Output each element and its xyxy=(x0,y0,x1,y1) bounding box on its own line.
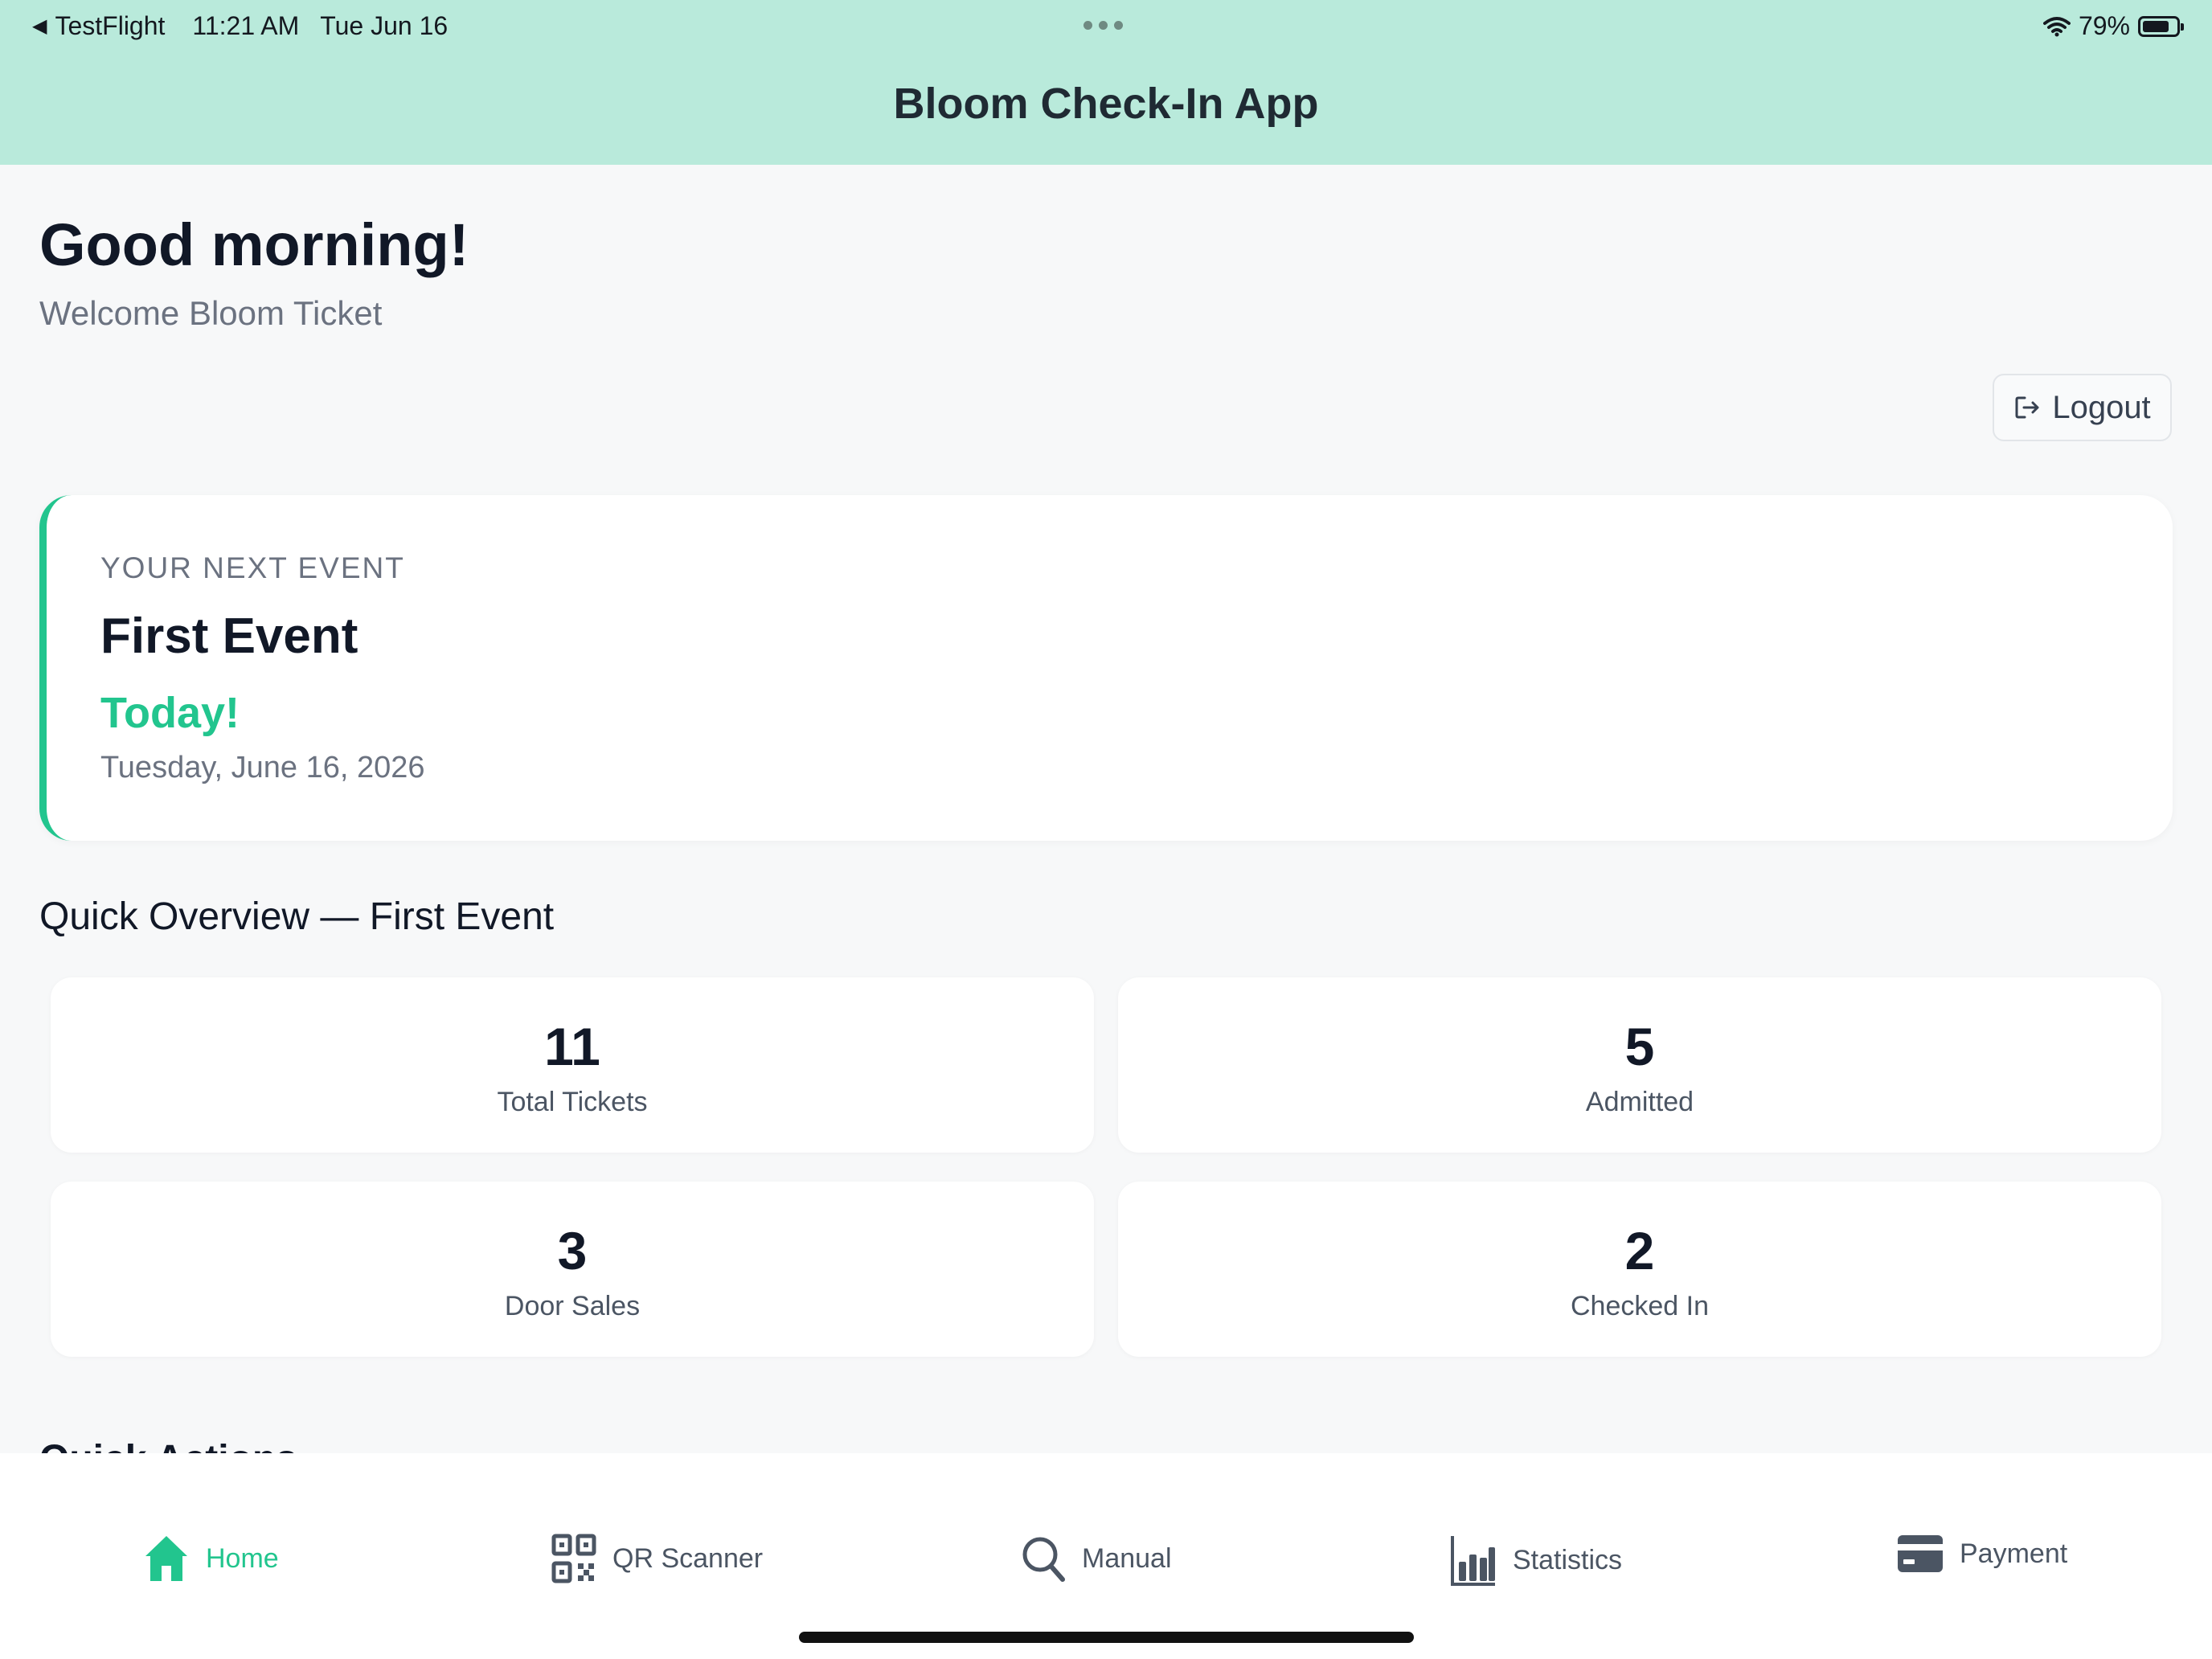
tab-label: Payment xyxy=(1960,1538,2068,1569)
logout-label: Logout xyxy=(2052,389,2151,425)
tab-qr-scanner[interactable]: QR Scanner xyxy=(551,1534,763,1583)
home-icon xyxy=(145,1536,187,1581)
status-bar-left: ◀ TestFlight 11:21 AM Tue Jun 16 xyxy=(32,11,448,41)
stat-value: 3 xyxy=(557,1221,588,1280)
quick-actions-heading: Quick Actions xyxy=(39,1436,297,1455)
tab-home[interactable]: Home xyxy=(143,1534,279,1583)
stat-value: 5 xyxy=(1624,1017,1655,1076)
search-icon xyxy=(1022,1537,1065,1582)
stat-label: Admitted xyxy=(1585,1087,1694,1117)
back-arrow-icon[interactable]: ◀ xyxy=(32,14,47,38)
overview-title: Quick Overview — First Event xyxy=(39,895,555,938)
stat-value: 11 xyxy=(544,1017,600,1076)
tab-payment[interactable]: Payment xyxy=(1897,1534,2067,1574)
event-when: Today! xyxy=(100,689,240,737)
battery-percent: 79% xyxy=(2078,11,2130,40)
greeting-title: Good morning! xyxy=(39,211,469,278)
stat-label: Checked In xyxy=(1571,1291,1709,1321)
credit-card-icon xyxy=(1898,1535,1943,1572)
qr-code-icon xyxy=(551,1534,596,1583)
stat-value: 2 xyxy=(1624,1221,1655,1280)
stat-label: Total Tickets xyxy=(497,1087,648,1117)
tab-manual[interactable]: Manual xyxy=(1021,1534,1172,1583)
logout-button[interactable]: Logout xyxy=(1993,374,2172,441)
multitasking-dots-icon[interactable] xyxy=(1083,21,1123,30)
tab-bar: Home QR Scanner Manual Statistics Paymen… xyxy=(0,1453,2212,1659)
tab-statistics[interactable]: Statistics xyxy=(1450,1534,1622,1587)
next-event-label: YOUR NEXT EVENT xyxy=(100,551,405,584)
stat-card-total-tickets: 11 Total Tickets xyxy=(51,977,1094,1153)
bar-chart-icon xyxy=(1451,1536,1495,1586)
app-title: Bloom Check-In App xyxy=(893,80,1319,128)
stat-card-checked-in: 2 Checked In xyxy=(1118,1182,2161,1357)
stat-label: Door Sales xyxy=(504,1291,641,1321)
top-bar: ◀ TestFlight 11:21 AM Tue Jun 16 79% Blo… xyxy=(0,0,2212,165)
home-indicator[interactable] xyxy=(799,1632,1414,1643)
tab-label: Manual xyxy=(1082,1542,1172,1574)
event-date: Tuesday, June 16, 2026 xyxy=(100,751,425,784)
battery-icon xyxy=(2138,15,2184,37)
event-name: First Event xyxy=(100,608,358,664)
tab-label: QR Scanner xyxy=(612,1542,764,1574)
status-date: Tue Jun 16 xyxy=(320,11,449,40)
tab-label: Statistics xyxy=(1513,1544,1623,1575)
back-app-label[interactable]: TestFlight xyxy=(55,11,165,41)
stat-card-admitted: 5 Admitted xyxy=(1118,977,2161,1153)
logout-icon xyxy=(2015,396,2039,419)
stat-card-door-sales: 3 Door Sales xyxy=(51,1182,1094,1357)
welcome-subtitle: Welcome Bloom Ticket xyxy=(39,294,383,332)
wifi-icon xyxy=(2042,16,2071,36)
status-time: 11:21 AM xyxy=(192,11,300,40)
tab-label: Home xyxy=(206,1542,279,1574)
status-bar-right: 79% xyxy=(2042,11,2184,41)
next-event-card[interactable]: YOUR NEXT EVENT First Event Today! Tuesd… xyxy=(39,495,2173,841)
